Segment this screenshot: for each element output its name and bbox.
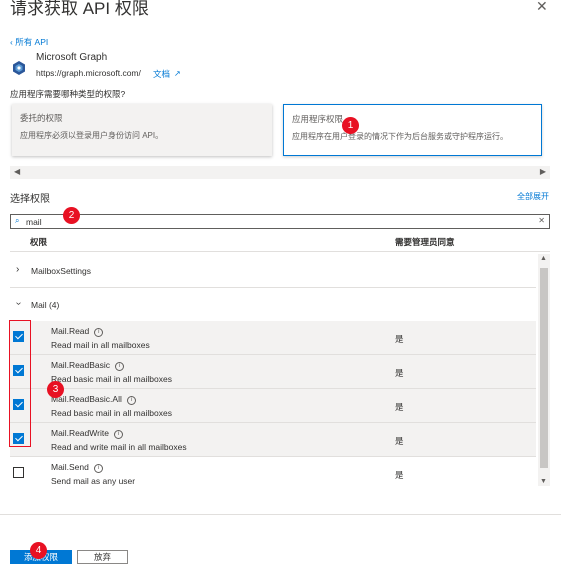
external-link-icon[interactable]: ↗ <box>174 69 181 78</box>
info-icon[interactable]: i <box>126 396 136 405</box>
info-icon[interactable]: i <box>115 362 125 371</box>
vertical-scrollbar[interactable]: ▲ ▼ <box>538 254 550 486</box>
table-row[interactable]: Mail.ReadBasic i Read basic mail in all m… <box>10 355 536 388</box>
scroll-up-icon[interactable]: ▲ <box>540 255 547 262</box>
permission-name: Mail.ReadBasic.All <box>51 394 122 404</box>
checkbox-mail-send[interactable] <box>13 467 24 478</box>
horizontal-scrollbar[interactable]: ◀ ▶ <box>10 166 550 179</box>
admin-consent-value: 是 <box>395 470 404 480</box>
group-label: MailboxSettings <box>31 266 92 276</box>
card-title: 委托的权限 <box>20 113 63 123</box>
annotation-badge-2: 2 <box>63 207 80 224</box>
back-to-all-apis-link[interactable]: ‹ 所有 API <box>10 36 48 48</box>
footer-divider <box>0 514 561 515</box>
api-url: https://graph.microsoft.com/ <box>36 68 141 78</box>
permission-description: Send mail as any user <box>51 476 136 486</box>
annotation-badge-1: 1 <box>342 117 359 134</box>
api-name: Microsoft Graph <box>36 52 108 63</box>
admin-consent-value: 是 <box>395 402 404 412</box>
group-mail[interactable]: › Mail (4) <box>10 290 536 320</box>
permission-name: Mail.ReadBasic <box>51 360 111 370</box>
search-value[interactable]: mail <box>26 217 42 227</box>
permission-description: Read basic mail in all mailboxes <box>51 374 172 384</box>
annotation-badge-4: 4 <box>30 542 47 559</box>
permission-description: Read basic mail in all mailboxes <box>51 408 172 418</box>
column-header-permission: 权限 <box>30 237 48 247</box>
column-header-admin-consent: 需要管理员同意 <box>395 237 455 247</box>
info-icon[interactable]: i <box>113 430 123 439</box>
permission-name: Mail.ReadWrite <box>51 428 109 438</box>
admin-consent-value: 是 <box>395 334 404 344</box>
discard-button[interactable]: 放弃 <box>77 550 128 564</box>
permission-description: Read and write mail in all mailboxes <box>51 442 187 452</box>
close-icon[interactable]: ✕ <box>536 0 548 15</box>
permission-description: Read mail in all mailboxes <box>51 340 150 350</box>
scrollbar-thumb[interactable] <box>540 268 548 468</box>
table-row[interactable]: Mail.ReadWrite i Read and write mail in a… <box>10 423 536 456</box>
scroll-left-icon[interactable]: ◀ <box>14 167 20 176</box>
chevron-down-icon: › <box>13 301 25 306</box>
permission-search-input[interactable]: ⌕ mail ✕ <box>10 214 550 229</box>
clear-search-icon[interactable]: ✕ <box>538 216 545 225</box>
info-icon[interactable]: i <box>93 464 103 473</box>
docs-link[interactable]: 文档 <box>153 68 170 80</box>
table-row[interactable]: Mail.Read i Read mail in all mailboxes 是 <box>10 321 536 354</box>
row-divider <box>10 287 536 288</box>
admin-consent-value: 是 <box>395 368 404 378</box>
permission-name: Mail.Send <box>51 462 89 472</box>
permission-name: Mail.Read <box>51 326 90 336</box>
delegated-permissions-card[interactable]: 委托的权限 应用程序必须以登录用户身份访问 API。 <box>12 104 272 156</box>
scroll-right-icon[interactable]: ▶ <box>540 167 546 176</box>
card-description: 应用程序必须以登录用户身份访问 API。 <box>20 131 164 140</box>
chevron-right-icon: › <box>16 264 20 275</box>
info-icon[interactable]: i <box>94 328 104 337</box>
search-icon: ⌕ <box>15 216 20 225</box>
scroll-down-icon[interactable]: ▼ <box>540 478 547 485</box>
annotation-highlight-box <box>9 320 31 447</box>
annotation-badge-3: 3 <box>47 381 64 398</box>
card-title: 应用程序权限 <box>292 114 344 124</box>
table-row[interactable]: Mail.ReadBasic.All i Read basic mail in a… <box>10 389 536 422</box>
select-permissions-title: 选择权限 <box>10 194 50 205</box>
admin-consent-value: 是 <box>395 436 404 446</box>
group-mailboxsettings[interactable]: › MailboxSettings <box>10 256 536 286</box>
microsoft-graph-logo-icon <box>13 61 25 75</box>
card-description: 应用程序在用户登录的情况下作为后台服务或守护程序运行。 <box>292 132 508 141</box>
table-row[interactable]: Mail.Send i Send mail as any user 是 <box>10 457 536 490</box>
header-divider <box>10 251 550 252</box>
permission-type-question: 应用程序需要哪种类型的权限? <box>10 89 126 99</box>
group-label: Mail (4) <box>31 300 60 310</box>
application-permissions-card[interactable]: 应用程序权限 应用程序在用户登录的情况下作为后台服务或守护程序运行。 <box>283 104 542 156</box>
panel-title: 请求获取 API 权限 <box>10 0 149 18</box>
expand-all-link[interactable]: 全部展开 <box>517 191 549 202</box>
